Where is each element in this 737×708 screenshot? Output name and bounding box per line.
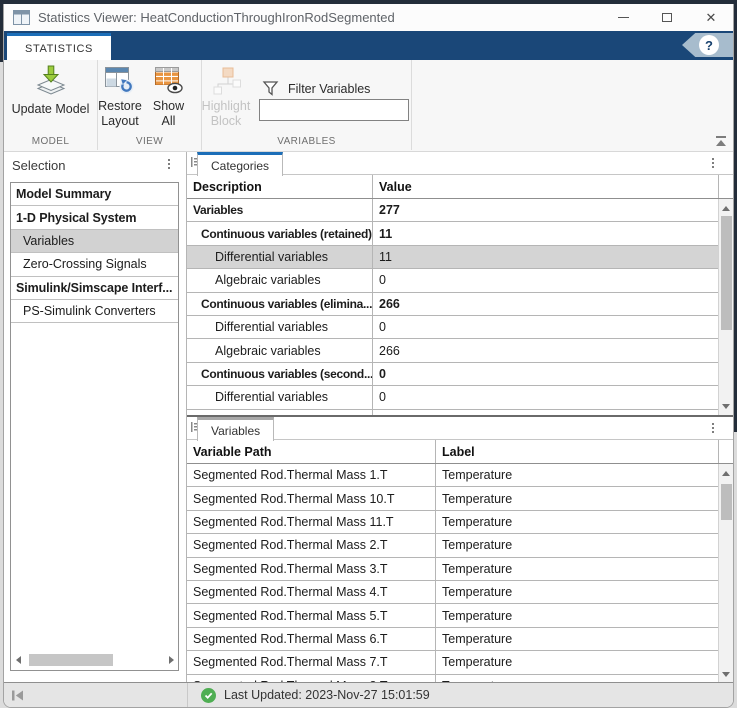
collapse-ribbon-button[interactable] — [713, 134, 729, 148]
selection-item[interactable]: Zero-Crossing Signals — [11, 253, 178, 276]
filter-variables-label-row: Filter Variables — [262, 80, 370, 97]
highlight-block-button[interactable]: Highlight Block — [190, 65, 262, 129]
selection-panel-menu[interactable] — [168, 159, 170, 169]
filter-icon — [262, 80, 279, 97]
column-header-value[interactable]: Value — [373, 175, 718, 198]
categories-row[interactable]: Variables277 — [187, 199, 718, 222]
tab-statistics[interactable]: STATISTICS — [7, 33, 111, 61]
skip-to-start-icon[interactable] — [10, 689, 25, 702]
categories-row[interactable]: Algebraic variables266 — [187, 339, 718, 362]
variables-row[interactable]: Segmented Rod.Thermal Mass 1.TTemperatur… — [187, 464, 718, 487]
help-icon: ? — [699, 35, 719, 55]
statusbar-text: Last Updated: 2023-Nov-27 15:01:59 — [224, 688, 430, 702]
show-all-icon — [153, 65, 185, 95]
vscrollbar-thumb[interactable] — [721, 216, 732, 330]
categories-table-body: Variables277Continuous variables (retain… — [187, 199, 718, 415]
variables-row[interactable]: Segmented Rod.Thermal Mass 6.TTemperatur… — [187, 628, 718, 651]
variables-row[interactable]: Segmented Rod.Thermal Mass 3.TTemperatur… — [187, 558, 718, 581]
selection-panel-title: Selection — [12, 158, 65, 173]
update-model-icon — [33, 65, 69, 98]
categories-vscrollbar[interactable] — [718, 199, 733, 415]
selection-item[interactable]: Model Summary — [11, 183, 178, 206]
ribbon-toolbar: Update Model MODEL Restore Layout — [4, 60, 733, 152]
variables-row[interactable]: Segmented Rod.Thermal Mass 4.TTemperatur… — [187, 581, 718, 604]
column-header-scroll-spacer — [718, 440, 733, 463]
variables-row[interactable]: Segmented Rod.Thermal Mass 10.TTemperatu… — [187, 487, 718, 510]
column-header-description[interactable]: Description — [187, 175, 373, 198]
variables-row[interactable]: Segmented Rod.Thermal Mass 11.TTemperatu… — [187, 511, 718, 534]
main-area: Selection Model Summary1-D Physical Syst… — [4, 152, 733, 682]
app-icon — [13, 10, 30, 25]
column-header-variable-path[interactable]: Variable Path — [187, 440, 436, 463]
statusbar: Last Updated: 2023-Nov-27 15:01:59 — [4, 682, 733, 707]
tab-categories[interactable]: Categories — [197, 152, 283, 176]
tab-variables[interactable]: Variables — [197, 417, 274, 441]
selection-item[interactable]: 1-D Physical System — [11, 206, 178, 229]
categories-row[interactable]: Continuous variables (retained)11 — [187, 222, 718, 245]
variables-panel-menu[interactable] — [712, 423, 714, 433]
collapse-ribbon-icon — [713, 134, 729, 148]
variables-tabbar: Variables — [187, 417, 733, 440]
titlebar: Statistics Viewer: HeatConductionThrough… — [4, 4, 733, 31]
variables-table-header: Variable Path Label — [187, 440, 733, 464]
filter-variables-input[interactable] — [259, 99, 409, 121]
group-label-model: MODEL — [4, 136, 97, 147]
categories-row[interactable]: Algebraic variables0 — [187, 269, 718, 292]
variables-row[interactable]: Segmented Rod.Thermal Mass 2.TTemperatur… — [187, 534, 718, 557]
selection-panel-header: Selection — [4, 152, 186, 179]
selection-panel: Selection Model Summary1-D Physical Syst… — [4, 152, 187, 682]
maximize-button[interactable] — [657, 8, 677, 28]
scroll-down-arrow[interactable] — [719, 399, 733, 413]
highlight-block-icon — [211, 65, 241, 95]
selection-item[interactable]: Variables — [11, 230, 178, 253]
close-icon: ✕ — [706, 11, 717, 24]
categories-row[interactable]: Differential variables11 — [187, 246, 718, 269]
status-ok-icon — [201, 688, 216, 703]
group-label-variables: VARIABLES — [202, 136, 411, 147]
restore-layout-icon — [104, 65, 136, 95]
variables-vscrollbar[interactable] — [718, 464, 733, 683]
variables-row[interactable]: Segmented Rod.Thermal Mass 7.TTemperatur… — [187, 651, 718, 674]
window-title: Statistics Viewer: HeatConductionThrough… — [38, 10, 395, 25]
categories-panel-menu[interactable] — [712, 158, 714, 168]
categories-row[interactable]: Continuous variables (second...0 — [187, 363, 718, 386]
filter-variables-label: Filter Variables — [288, 82, 370, 96]
selection-item[interactable]: Simulink/Simscape Interf... — [11, 277, 178, 300]
minimize-button[interactable] — [613, 8, 633, 28]
restore-layout-button[interactable]: Restore Layout — [94, 65, 146, 129]
hscrollbar-thumb[interactable] — [29, 654, 113, 666]
help-button[interactable]: ? — [682, 33, 733, 57]
right-area: Categories Description Value Variables27… — [187, 152, 733, 682]
categories-tabbar: Categories — [187, 152, 733, 175]
scroll-down-arrow[interactable] — [719, 667, 733, 681]
close-button[interactable]: ✕ — [701, 8, 721, 28]
variables-panel: Variables Variable Path Label Segmented … — [187, 417, 733, 683]
variables-row[interactable]: Segmented Rod.Thermal Mass 5.TTemperatur… — [187, 604, 718, 627]
selection-list-hscrollbar[interactable] — [12, 652, 177, 668]
ribbon-tabstrip: STATISTICS ? — [4, 31, 733, 60]
group-separator — [411, 60, 412, 150]
scroll-up-arrow[interactable] — [719, 201, 733, 215]
categories-table-header: Description Value — [187, 175, 733, 199]
column-header-scroll-spacer — [718, 175, 733, 198]
categories-panel: Categories Description Value Variables27… — [187, 152, 733, 415]
group-label-view: VIEW — [98, 136, 201, 147]
scroll-right-arrow[interactable] — [165, 654, 177, 666]
selection-item[interactable]: PS-Simulink Converters — [11, 300, 178, 323]
categories-row[interactable]: Differential variables0 — [187, 316, 718, 339]
categories-row[interactable]: Continuous variables (elimina...266 — [187, 293, 718, 316]
show-all-button[interactable]: Show All — [146, 65, 191, 129]
scroll-up-arrow[interactable] — [719, 466, 733, 480]
selection-list: Model Summary1-D Physical SystemVariable… — [10, 182, 179, 671]
column-header-label[interactable]: Label — [436, 440, 718, 463]
update-model-button[interactable]: Update Model — [4, 65, 97, 117]
categories-row[interactable]: Differential variables0 — [187, 386, 718, 409]
statistics-viewer-window: Statistics Viewer: HeatConductionThrough… — [3, 4, 734, 708]
variables-table-body: Segmented Rod.Thermal Mass 1.TTemperatur… — [187, 464, 718, 683]
scroll-left-arrow[interactable] — [12, 654, 24, 666]
vscrollbar-thumb[interactable] — [721, 484, 732, 520]
statusbar-divider — [187, 683, 188, 707]
maximize-icon — [662, 13, 672, 22]
minimize-icon — [618, 17, 629, 18]
